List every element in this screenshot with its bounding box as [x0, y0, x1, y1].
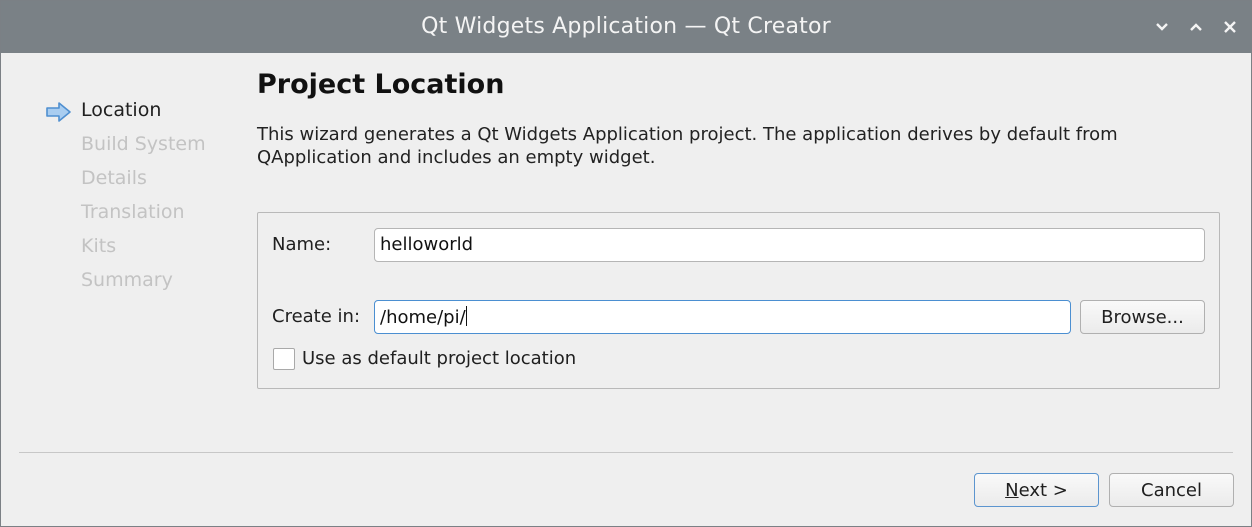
step-kits: Kits — [81, 235, 117, 257]
create-in-label: Create in: — [272, 306, 361, 327]
default-location-checkbox[interactable] — [273, 348, 295, 370]
step-summary: Summary — [81, 269, 173, 291]
window-title: Qt Widgets Application — Qt Creator — [421, 14, 831, 39]
text-cursor — [465, 306, 467, 326]
title-bar[interactable]: Qt Widgets Application — Qt Creator — [1, 1, 1251, 53]
name-field[interactable]: helloworld — [374, 228, 1205, 262]
next-button[interactable]: Next > — [974, 473, 1099, 507]
name-label: Name: — [272, 234, 332, 255]
close-button[interactable] — [1218, 15, 1242, 39]
maximize-button[interactable] — [1184, 15, 1208, 39]
current-step-arrow-icon — [46, 102, 71, 122]
name-field-value: helloworld — [380, 234, 474, 255]
cancel-button[interactable]: Cancel — [1109, 473, 1234, 507]
step-build-system: Build System — [81, 133, 206, 155]
step-location: Location — [81, 99, 162, 121]
create-in-field-value: /home/pi/ — [380, 307, 466, 328]
page-description: This wizard generates a Qt Widgets Appli… — [257, 123, 1217, 169]
description-line-1: This wizard generates a Qt Widgets Appli… — [257, 124, 1118, 145]
browse-button[interactable]: Browse... — [1080, 300, 1205, 334]
chevron-down-icon — [1156, 23, 1168, 31]
next-button-label: ext > — [1018, 479, 1068, 501]
footer-separator — [19, 452, 1233, 453]
create-in-field[interactable]: /home/pi/ — [374, 300, 1071, 334]
wizard-window: Qt Widgets Application — Qt Creator Loca… — [0, 0, 1252, 527]
location-form-group: Name: helloworld Create in: /home/pi/ Br… — [257, 212, 1220, 389]
step-translation: Translation — [81, 201, 185, 223]
description-line-2: QApplication and includes an empty widge… — [257, 147, 656, 168]
next-button-mnemonic: N — [1005, 479, 1019, 501]
close-icon — [1224, 21, 1236, 33]
page-title: Project Location — [257, 69, 505, 100]
default-location-label[interactable]: Use as default project location — [302, 348, 576, 369]
minimize-button[interactable] — [1150, 15, 1174, 39]
chevron-up-icon — [1190, 23, 1202, 31]
step-details: Details — [81, 167, 147, 189]
